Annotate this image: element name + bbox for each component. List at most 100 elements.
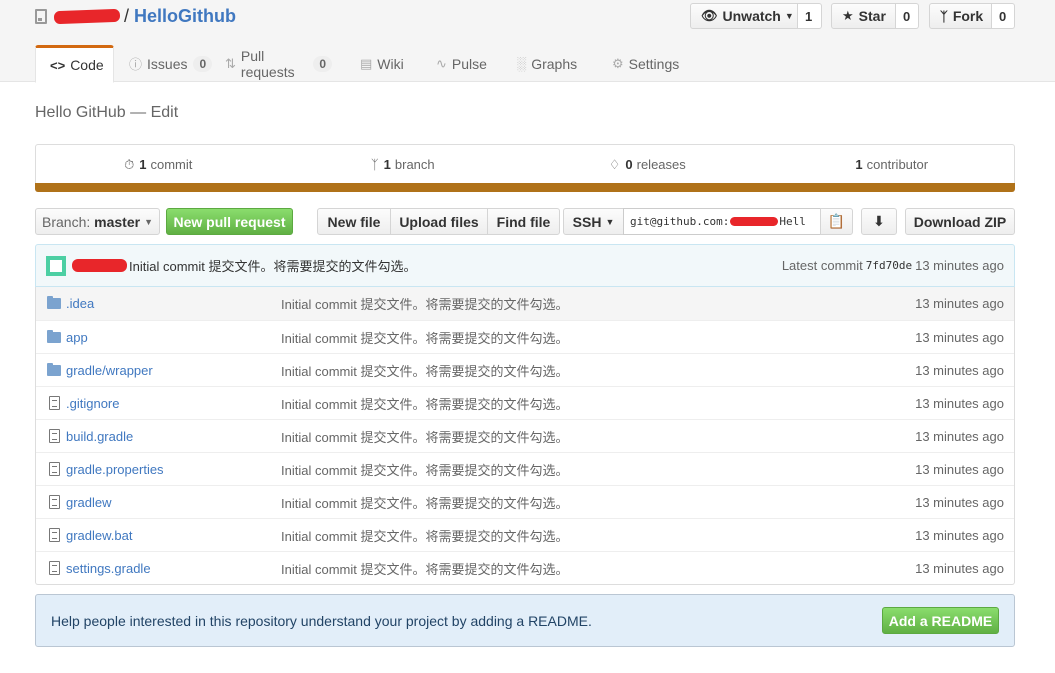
file-name-link[interactable]: .gitignore [66,396,281,411]
file-row[interactable]: .idea Initial commit 提交文件。将需要提交的文件勾选。 13 m… [36,287,1014,320]
star-group: ★ Star 0 [831,3,919,29]
folder-icon [46,296,62,309]
new-pull-request-button[interactable]: New pull request [166,208,293,235]
chevron-down-icon: ▼ [144,216,153,227]
releases-count: 0 [625,157,633,172]
file-commit-message[interactable]: Initial commit 提交文件。将需要提交的文件勾选。 [281,460,915,479]
file-name-link[interactable]: gradlew.bat [66,528,281,543]
file-commit-message[interactable]: Initial commit 提交文件。将需要提交的文件勾选。 [281,328,915,347]
clone-url-input[interactable]: git@github.com: Hell [623,208,821,235]
language-bar[interactable] [35,183,1015,192]
fork-group: ᛉ Fork 0 [929,3,1015,29]
repo-title: / HelloGithub [35,5,236,27]
file-name-link[interactable]: build.gradle [66,429,281,444]
file-row[interactable]: gradlew Initial commit 提交文件。将需要提交的文件勾选。 13… [36,485,1014,518]
commits-link[interactable]: ⏱ 1 commit [36,145,281,184]
readme-prompt: Help people interested in this repositor… [35,594,1015,647]
clone-protocol-select[interactable]: SSH ▼ [563,208,624,235]
file-row[interactable]: app Initial commit 提交文件。将需要提交的文件勾选。 13 min… [36,320,1014,353]
clone-url-suffix: Hell [779,215,806,228]
tab-pulse[interactable]: ∿ Pulse [421,45,502,82]
file-commit-message[interactable]: Initial commit 提交文件。将需要提交的文件勾选。 [281,526,915,545]
commit-message[interactable]: Initial commit 提交文件。将需要提交的文件勾选。 [129,256,416,275]
stargazers-count[interactable]: 0 [896,3,919,29]
file-commit-message[interactable]: Initial commit 提交文件。将需要提交的文件勾选。 [281,493,915,512]
tab-pull-requests[interactable]: ⇅ Pull requests 0 [210,45,345,82]
repo-name-link[interactable]: HelloGithub [134,6,236,27]
file-name-link[interactable]: app [66,330,281,345]
file-row[interactable]: build.gradle Initial commit 提交文件。将需要提交的文件… [36,419,1014,452]
file-row[interactable]: gradle.properties Initial commit 提交文件。将需要… [36,452,1014,485]
commit-author-redacted[interactable] [72,259,127,272]
file-name-link[interactable]: gradle.properties [66,462,281,477]
unwatch-button[interactable]: 👁 Unwatch ▼ [690,3,798,29]
file-row[interactable]: gradlew.bat Initial commit 提交文件。将需要提交的文件勾… [36,518,1014,551]
upload-files-button[interactable]: Upload files [390,208,488,235]
chevron-down-icon: ▼ [784,11,794,21]
star-button[interactable]: ★ Star [831,3,896,29]
file-age: 13 minutes ago [915,329,1004,345]
file-name-link[interactable]: gradle/wrapper [66,363,281,378]
commits-label: commit [150,157,193,172]
commits-count: 1 [139,157,147,172]
file-row[interactable]: gradle/wrapper Initial commit 提交文件。将需要提交的… [36,353,1014,386]
commit-sha[interactable]: 7fd70de [866,259,912,272]
file-commit-message[interactable]: Initial commit 提交文件。将需要提交的文件勾选。 [281,294,915,313]
code-icon: <> [50,57,66,73]
fork-button[interactable]: ᛉ Fork [929,3,992,29]
file-icon [46,462,62,476]
download-zip-button[interactable]: Download ZIP [905,208,1015,235]
watchers-count[interactable]: 1 [798,3,822,29]
contributors-link[interactable]: 1 contributor [770,145,1015,184]
pull-request-icon: ⇅ [225,55,236,71]
file-age: 13 minutes ago [915,494,1004,510]
branch-select-button[interactable]: Branch: master ▼ [35,208,160,235]
contributors-label: contributor [866,157,929,172]
file-age: 13 minutes ago [915,362,1004,378]
issue-icon: ⓘ [129,57,143,72]
repo-description[interactable]: Hello GitHub — Edit [35,104,178,122]
star-icon: ★ [842,8,854,23]
file-icon [46,495,62,509]
file-icon [46,561,62,575]
numbers-summary: ⏱ 1 commit ᛉ 1 branch ♢ 0 releases 1 con… [35,144,1015,192]
releases-link[interactable]: ♢ 0 releases [525,145,770,184]
new-file-button[interactable]: New file [317,208,391,235]
protocol-label: SSH [572,213,602,230]
find-file-button[interactable]: Find file [487,208,560,235]
branch-icon: ᛉ [370,157,379,172]
clone-url-redacted [730,217,779,226]
file-name-link[interactable]: .idea [66,296,281,311]
forks-count[interactable]: 0 [992,3,1015,29]
repo-icon [35,8,47,24]
tab-code[interactable]: <> Code [35,45,114,83]
tab-label: Settings [628,55,680,72]
file-name-link[interactable]: settings.gradle [66,561,281,576]
file-row[interactable]: .gitignore Initial commit 提交文件。将需要提交的文件勾选… [36,386,1014,419]
copy-url-button[interactable]: 📋 [820,208,853,235]
file-commit-message[interactable]: Initial commit 提交文件。将需要提交的文件勾选。 [281,361,915,380]
file-icon [46,396,62,410]
file-icon [46,429,62,443]
file-name-link[interactable]: gradlew [66,495,281,510]
branch-prefix: Branch: [42,213,91,230]
file-commit-message[interactable]: Initial commit 提交文件。将需要提交的文件勾选。 [281,394,915,413]
file-commit-message[interactable]: Initial commit 提交文件。将需要提交的文件勾选。 [281,559,915,578]
file-row[interactable]: settings.gradle Initial commit 提交文件。将需要提交… [36,551,1014,584]
file-commit-message[interactable]: Initial commit 提交文件。将需要提交的文件勾选。 [281,427,915,446]
owner-name-redacted[interactable] [53,8,121,24]
tab-settings[interactable]: ⚙ Settings [597,45,697,82]
watch-group: 👁 Unwatch ▼ 1 [690,3,822,29]
fork-label: Fork [952,8,984,24]
branches-link[interactable]: ᛉ 1 branch [281,145,526,184]
gear-icon: ⚙ [612,55,624,71]
unwatch-label: Unwatch [722,8,781,24]
tab-issues[interactable]: ⓘ Issues 0 [114,45,213,82]
add-readme-button[interactable]: Add a README [882,607,999,634]
tab-wiki[interactable]: ▤ Wiki [345,45,421,82]
latest-commit-label: Latest commit [781,258,863,273]
open-desktop-button[interactable]: ⬇ [861,208,897,235]
tab-graphs[interactable]: ░ Graphs [502,45,597,82]
tab-label: Graphs [531,55,578,72]
avatar[interactable] [46,255,66,276]
